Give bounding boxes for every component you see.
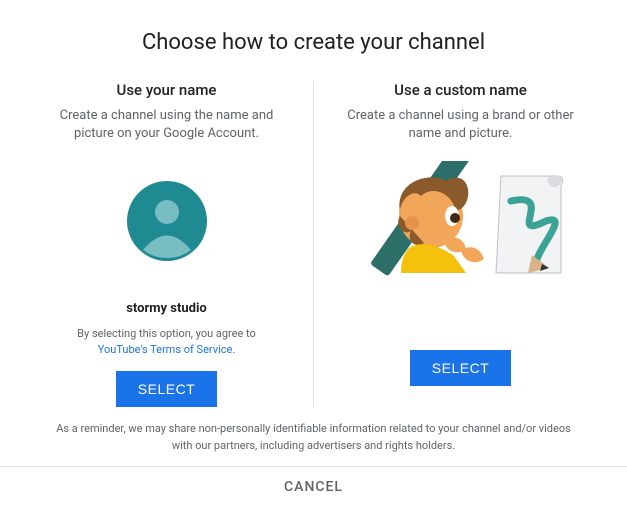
avatar-icon [127, 181, 207, 261]
page-title: Choose how to create your channel [0, 30, 627, 55]
avatar-area [127, 161, 207, 281]
footer-note: As a reminder, we may share non-personal… [0, 407, 627, 466]
terms-link[interactable]: YouTube's Terms of Service [98, 343, 233, 356]
option-desc-custom: Create a channel using a brand or other … [334, 107, 587, 143]
option-heading-use-name: Use your name [117, 81, 217, 99]
person-drawing-icon [356, 161, 566, 281]
cancel-button[interactable]: CANCEL [0, 466, 627, 507]
options-row: Use your name Create a channel using the… [0, 81, 627, 407]
agree-prefix: By selecting this option, you agree to [77, 327, 256, 340]
select-custom-name-button[interactable]: SELECT [410, 350, 511, 386]
user-name: stormy studio [126, 301, 207, 316]
option-custom-name: Use a custom name Create a channel using… [314, 81, 607, 407]
custom-illustration-area [356, 161, 566, 281]
option-desc-use-name: Create a channel using the name and pict… [40, 107, 293, 143]
option-use-your-name: Use your name Create a channel using the… [20, 81, 314, 407]
select-use-name-button[interactable]: SELECT [116, 371, 217, 407]
option-heading-custom: Use a custom name [394, 81, 527, 99]
agree-text: By selecting this option, you agree to Y… [77, 326, 256, 357]
